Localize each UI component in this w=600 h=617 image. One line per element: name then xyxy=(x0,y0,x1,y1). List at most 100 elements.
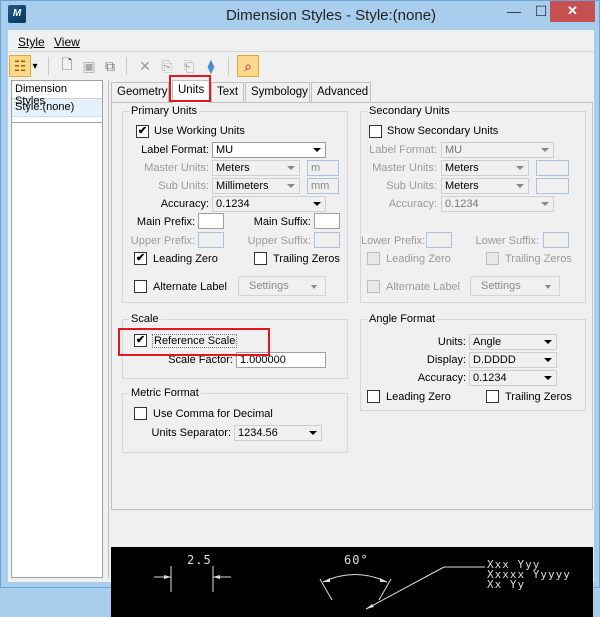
upper-suffix-field[interactable] xyxy=(314,232,340,248)
style-list-panel: Dimension Styles Style:(none) xyxy=(11,80,103,578)
linear-dim-value: 2.5 xyxy=(187,553,212,567)
secondary-leading-zero-label: Leading Zero xyxy=(386,253,451,265)
style-list-item[interactable]: Style:(none) xyxy=(12,99,102,117)
lower-prefix-field[interactable] xyxy=(426,232,452,248)
alternate-label-label: Alternate Label xyxy=(153,281,227,293)
import-icon[interactable]: ⎘ xyxy=(156,55,178,77)
sub-units-select[interactable]: Millimeters xyxy=(212,178,300,194)
tab-advanced[interactable]: Advanced xyxy=(311,82,371,102)
master-units-select[interactable]: Meters xyxy=(212,160,300,176)
angle-units-select[interactable]: Angle xyxy=(469,334,557,350)
chevron-down-icon xyxy=(313,202,321,206)
secondary-sub-units-abbrev-field[interactable] xyxy=(536,178,569,194)
alternate-label-checkbox[interactable] xyxy=(134,280,147,293)
dimension-styles-window: M Dimension Styles - Style:(none) — ☐ ✕ … xyxy=(0,0,600,617)
trailing-zeros-checkbox[interactable] xyxy=(254,252,267,265)
lower-suffix-label: Lower Suffix: xyxy=(475,235,539,247)
chevron-down-icon xyxy=(516,184,524,188)
primary-units-group: Primary Units ✔ Use Working Units Label … xyxy=(122,105,348,303)
arrowhead xyxy=(366,604,374,609)
angle-leading-zero-checkbox[interactable] xyxy=(367,390,380,403)
tab-units[interactable]: Units xyxy=(172,80,210,103)
layers-icon[interactable]: ⧫ xyxy=(200,55,222,77)
menu-bar: Style View xyxy=(8,30,594,52)
chevron-down-icon xyxy=(544,376,552,380)
new-style-icon[interactable]: 🗋 xyxy=(56,55,78,77)
use-comma-checkbox[interactable] xyxy=(134,407,147,420)
menu-view[interactable]: View xyxy=(54,35,80,49)
secondary-trailing-zeros-checkbox[interactable] xyxy=(486,252,499,265)
chevron-down-icon xyxy=(287,184,295,188)
dropdown-arrow-icon[interactable]: ▾ xyxy=(29,55,41,77)
note-line-3: Xx Yy xyxy=(487,578,526,591)
toolbar-separator xyxy=(48,57,49,75)
angle-accuracy-value: 0.1234 xyxy=(473,372,507,384)
secondary-alternate-label-checkbox[interactable] xyxy=(367,280,380,293)
chevron-down-icon xyxy=(541,148,549,152)
tree-view-icon[interactable]: ☷ xyxy=(9,55,31,77)
chevron-down-icon xyxy=(311,285,317,289)
alternate-settings-button[interactable]: Settings xyxy=(238,276,326,296)
label-format-select[interactable]: MU xyxy=(212,142,326,158)
reference-scale-checkbox[interactable]: ✔ xyxy=(134,334,147,347)
scale-factor-field[interactable]: 1.000000 xyxy=(236,352,326,368)
sub-units-abbrev-field[interactable]: mm xyxy=(307,178,339,194)
upper-prefix-field[interactable] xyxy=(198,232,224,248)
accuracy-select[interactable]: 0.1234 xyxy=(212,196,326,212)
alternate-settings-label: Settings xyxy=(249,280,289,292)
toolbar-separator xyxy=(228,57,229,75)
lower-suffix-field[interactable] xyxy=(543,232,569,248)
scale-group: Scale ✔ Reference Scale Scale Factor: 1.… xyxy=(122,313,348,379)
angle-display-value: D.DDDD xyxy=(473,354,516,366)
secondary-sub-units-select[interactable]: Meters xyxy=(441,178,529,194)
chevron-down-icon xyxy=(516,166,524,170)
secondary-master-units-abbrev-field[interactable] xyxy=(536,160,569,176)
angle-trailing-zeros-checkbox[interactable] xyxy=(486,390,499,403)
secondary-settings-button[interactable]: Settings xyxy=(470,276,560,296)
leading-zero-label: Leading Zero xyxy=(153,253,218,265)
angle-accuracy-select[interactable]: 0.1234 xyxy=(469,370,557,386)
close-button[interactable]: ✕ xyxy=(550,1,595,22)
angle-accuracy-label: Accuracy: xyxy=(417,372,466,384)
secondary-accuracy-select[interactable]: 0.1234 xyxy=(441,196,554,212)
chevron-down-icon xyxy=(544,358,552,362)
menu-style[interactable]: Style xyxy=(18,35,45,49)
leading-zero-checkbox[interactable]: ✔ xyxy=(134,252,147,265)
secondary-settings-label: Settings xyxy=(481,280,521,292)
title-bar[interactable]: M Dimension Styles - Style:(none) — ☐ ✕ xyxy=(1,1,600,31)
secondary-master-units-select[interactable]: Meters xyxy=(441,160,529,176)
main-prefix-field[interactable] xyxy=(198,213,224,229)
scale-factor-label: Scale Factor: xyxy=(168,354,233,366)
accuracy-label: Accuracy: xyxy=(160,198,209,210)
minimize-button[interactable]: — xyxy=(501,1,527,22)
copy-icon[interactable]: ⧉ xyxy=(99,55,121,77)
delete-icon[interactable]: ✕ xyxy=(134,55,156,77)
show-secondary-units-checkbox[interactable] xyxy=(369,125,382,138)
units-separator-select[interactable]: 1234.56 xyxy=(234,425,322,441)
use-working-units-checkbox[interactable]: ✔ xyxy=(136,125,149,138)
find-dimension-icon[interactable]: ⌕ xyxy=(237,55,259,77)
angle-format-group: Angle Format Units: Angle Display: D.DDD… xyxy=(360,313,586,411)
menu-view-label: View xyxy=(54,35,80,49)
chevron-down-icon xyxy=(544,340,552,344)
accuracy-value: 0.1234 xyxy=(216,198,250,210)
style-list-header: Dimension Styles xyxy=(12,81,102,107)
tab-text[interactable]: Text xyxy=(211,82,244,102)
tab-geometry[interactable]: Geometry xyxy=(111,82,169,102)
secondary-label-format-select[interactable]: MU xyxy=(441,142,554,158)
master-units-value: Meters xyxy=(216,162,250,174)
tab-symbology[interactable]: Symbology xyxy=(245,82,310,102)
angle-arc xyxy=(322,574,388,583)
export-icon[interactable]: ⎗ xyxy=(178,55,200,77)
angle-display-select[interactable]: D.DDDD xyxy=(469,352,557,368)
arrowhead xyxy=(213,575,220,579)
metric-format-group: Metric Format Use Comma for Decimal Unit… xyxy=(122,387,348,453)
main-suffix-field[interactable] xyxy=(314,213,340,229)
secondary-label-format-value: MU xyxy=(445,144,463,156)
secondary-leading-zero-checkbox[interactable] xyxy=(367,252,380,265)
master-units-abbrev-field[interactable]: m xyxy=(307,160,339,176)
chevron-down-icon xyxy=(313,148,321,152)
scale-title: Scale xyxy=(129,313,161,325)
save-icon[interactable]: ▣ xyxy=(78,55,100,77)
secondary-units-title: Secondary Units xyxy=(367,105,452,117)
